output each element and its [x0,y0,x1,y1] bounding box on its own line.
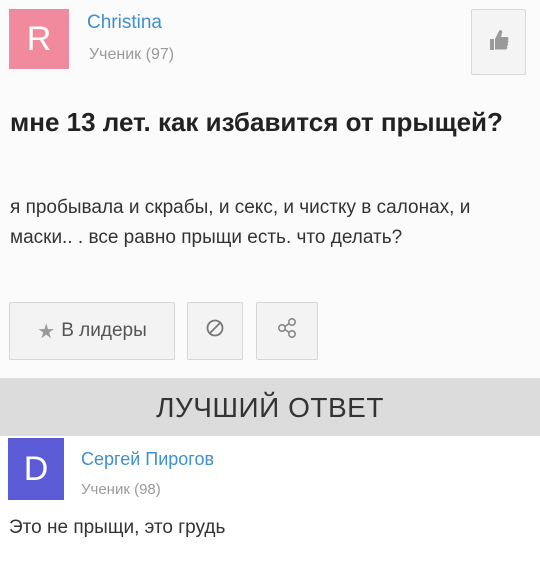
answer-author-rank: Ученик (98) [81,481,161,498]
block-button[interactable] [187,302,243,360]
share-button[interactable] [256,302,318,360]
question-author-avatar[interactable]: R [9,9,69,69]
answer-text: Это не прыщи, это грудь [9,517,226,538]
thumbs-up-icon [488,28,510,57]
best-answer-banner: ЛУЧШИЙ ОТВЕТ [0,378,540,436]
like-button[interactable] [471,9,526,75]
question-author-rank: Ученик (97) [89,46,175,63]
question-title: мне 13 лет. как избавится от прыщей? [10,107,503,137]
to-leaders-label: В лидеры [61,320,147,341]
question-author-name[interactable]: Christina [87,12,162,34]
answer-author-name[interactable]: Сергей Пирогов [81,449,214,470]
star-icon: ★ [37,320,56,343]
answer-author-avatar[interactable]: D [8,438,64,500]
question-card: R Christina Ученик (97) мне 13 лет. как … [0,0,540,378]
share-icon [276,317,298,345]
block-icon [205,318,225,344]
to-leaders-button[interactable]: ★ В лидеры [9,302,175,360]
question-body: я пробывала и скрабы, и секс, и чистку в… [10,197,471,248]
